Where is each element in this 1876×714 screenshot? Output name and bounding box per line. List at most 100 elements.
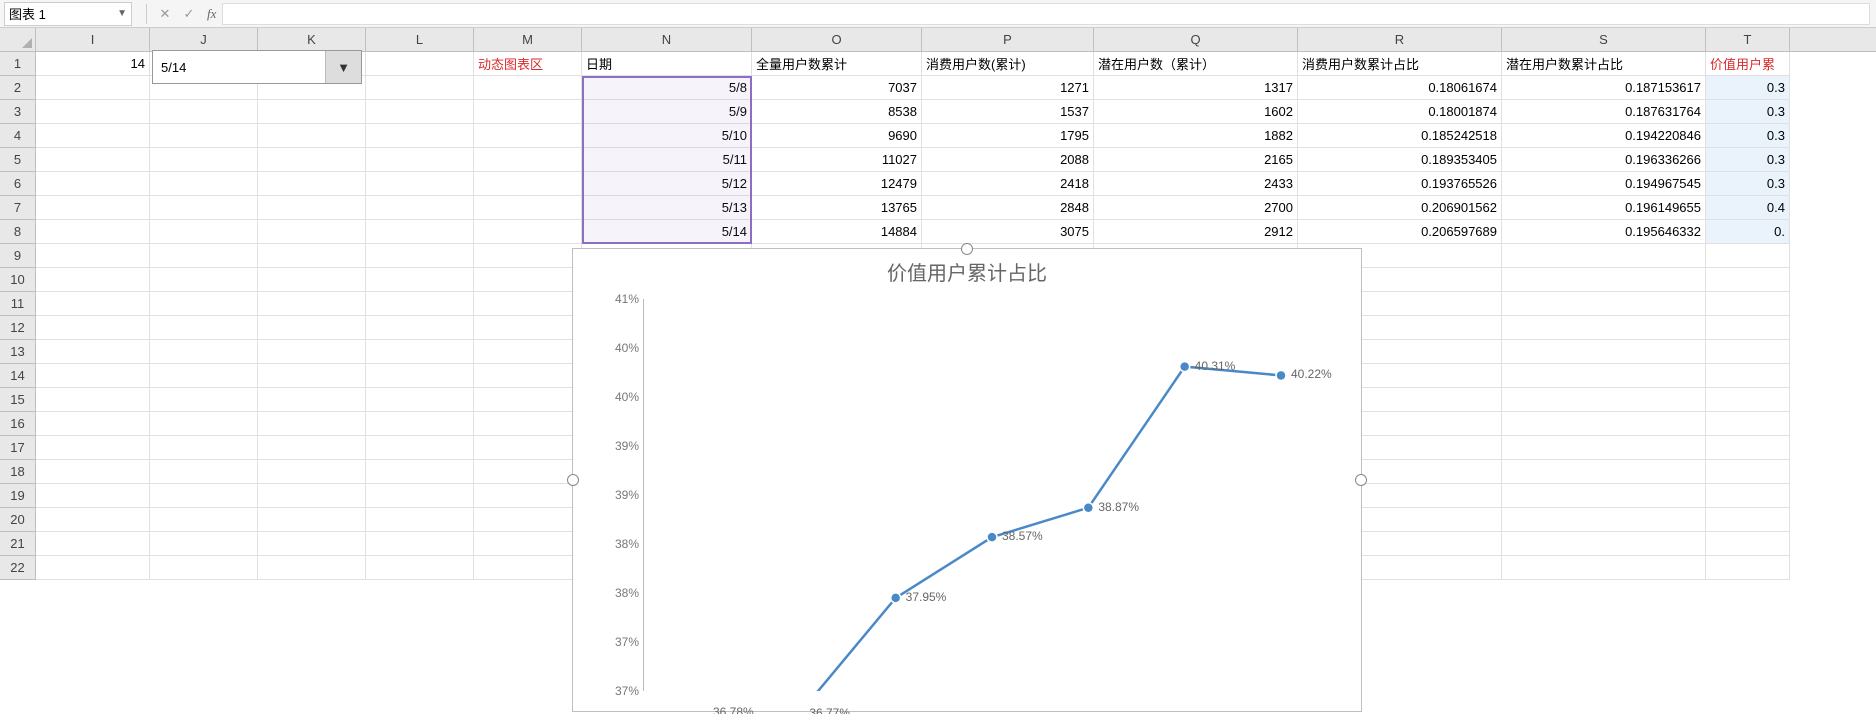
cell-J22[interactable] <box>150 556 258 580</box>
cell-I15[interactable] <box>36 388 150 412</box>
col-header-M[interactable]: M <box>474 28 582 51</box>
col-header-R[interactable]: R <box>1298 28 1502 51</box>
cell-J13[interactable] <box>150 340 258 364</box>
cell-N5[interactable]: 5/11 <box>582 148 752 172</box>
cell-N7[interactable]: 5/13 <box>582 196 752 220</box>
cell-T7[interactable]: 0.4 <box>1706 196 1790 220</box>
cell-N6[interactable]: 5/12 <box>582 172 752 196</box>
row-header-2[interactable]: 2 <box>0 76 36 100</box>
cell-O5[interactable]: 11027 <box>752 148 922 172</box>
row-header-6[interactable]: 6 <box>0 172 36 196</box>
cell-S1[interactable]: 潜在用户数累计占比 <box>1502 52 1706 76</box>
row-header-19[interactable]: 19 <box>0 484 36 508</box>
cell-Q2[interactable]: 1317 <box>1094 76 1298 100</box>
cell-K6[interactable] <box>258 172 366 196</box>
cell-I8[interactable] <box>36 220 150 244</box>
cell-P4[interactable]: 1795 <box>922 124 1094 148</box>
row-header-3[interactable]: 3 <box>0 100 36 124</box>
cell-L15[interactable] <box>366 388 474 412</box>
cell-J18[interactable] <box>150 460 258 484</box>
cell-K18[interactable] <box>258 460 366 484</box>
cell-K7[interactable] <box>258 196 366 220</box>
cell-M15[interactable] <box>474 388 582 412</box>
cell-S4[interactable]: 0.194220846 <box>1502 124 1706 148</box>
cell-R4[interactable]: 0.185242518 <box>1298 124 1502 148</box>
fx-label[interactable]: fx <box>201 6 222 22</box>
cell-K13[interactable] <box>258 340 366 364</box>
cell-J9[interactable] <box>150 244 258 268</box>
cell-K14[interactable] <box>258 364 366 388</box>
cell-M19[interactable] <box>474 484 582 508</box>
cell-I7[interactable] <box>36 196 150 220</box>
cell-Q7[interactable]: 2700 <box>1094 196 1298 220</box>
cell-L2[interactable] <box>366 76 474 100</box>
cell-J3[interactable] <box>150 100 258 124</box>
col-header-P[interactable]: P <box>922 28 1094 51</box>
cell-K5[interactable] <box>258 148 366 172</box>
cell-Q6[interactable]: 2433 <box>1094 172 1298 196</box>
cell-J4[interactable] <box>150 124 258 148</box>
cell-M8[interactable] <box>474 220 582 244</box>
cell-J6[interactable] <box>150 172 258 196</box>
cell-K4[interactable] <box>258 124 366 148</box>
cell-K11[interactable] <box>258 292 366 316</box>
date-dropdown[interactable]: 5/14 ▼ <box>152 50 362 84</box>
cell-I6[interactable] <box>36 172 150 196</box>
cell-L11[interactable] <box>366 292 474 316</box>
spreadsheet-grid[interactable]: IJKLMNOPQRST 123456789101112131415161718… <box>0 28 1876 714</box>
row-header-22[interactable]: 22 <box>0 556 36 580</box>
cell-K16[interactable] <box>258 412 366 436</box>
cell-P5[interactable]: 2088 <box>922 148 1094 172</box>
cell-S5[interactable]: 0.196336266 <box>1502 148 1706 172</box>
cell-K22[interactable] <box>258 556 366 580</box>
cell-R7[interactable]: 0.206901562 <box>1298 196 1502 220</box>
resize-handle-top[interactable] <box>961 243 973 255</box>
cell-O3[interactable]: 8538 <box>752 100 922 124</box>
cell-J12[interactable] <box>150 316 258 340</box>
row-header-11[interactable]: 11 <box>0 292 36 316</box>
row-header-1[interactable]: 1 <box>0 52 36 76</box>
cell-L6[interactable] <box>366 172 474 196</box>
row-header-13[interactable]: 13 <box>0 340 36 364</box>
cell-N4[interactable]: 5/10 <box>582 124 752 148</box>
cell-I10[interactable] <box>36 268 150 292</box>
cell-M14[interactable] <box>474 364 582 388</box>
cell-S7[interactable]: 0.196149655 <box>1502 196 1706 220</box>
cell-Q3[interactable]: 1602 <box>1094 100 1298 124</box>
cell-T11[interactable] <box>1706 292 1790 316</box>
cell-S19[interactable] <box>1502 484 1706 508</box>
cell-O7[interactable]: 13765 <box>752 196 922 220</box>
cell-I21[interactable] <box>36 532 150 556</box>
cell-J11[interactable] <box>150 292 258 316</box>
cell-O4[interactable]: 9690 <box>752 124 922 148</box>
cell-I4[interactable] <box>36 124 150 148</box>
cell-N8[interactable]: 5/14 <box>582 220 752 244</box>
cell-T2[interactable]: 0.3 <box>1706 76 1790 100</box>
cell-T10[interactable] <box>1706 268 1790 292</box>
row-header-17[interactable]: 17 <box>0 436 36 460</box>
cell-L4[interactable] <box>366 124 474 148</box>
cell-S13[interactable] <box>1502 340 1706 364</box>
cell-L20[interactable] <box>366 508 474 532</box>
cell-O8[interactable]: 14884 <box>752 220 922 244</box>
col-header-N[interactable]: N <box>582 28 752 51</box>
cell-T16[interactable] <box>1706 412 1790 436</box>
cell-S3[interactable]: 0.187631764 <box>1502 100 1706 124</box>
cell-T15[interactable] <box>1706 388 1790 412</box>
cell-L8[interactable] <box>366 220 474 244</box>
col-header-O[interactable]: O <box>752 28 922 51</box>
row-header-5[interactable]: 5 <box>0 148 36 172</box>
cell-L5[interactable] <box>366 148 474 172</box>
cell-M2[interactable] <box>474 76 582 100</box>
cell-S22[interactable] <box>1502 556 1706 580</box>
cell-M11[interactable] <box>474 292 582 316</box>
cell-J16[interactable] <box>150 412 258 436</box>
cell-S2[interactable]: 0.187153617 <box>1502 76 1706 100</box>
resize-handle-left[interactable] <box>567 474 579 486</box>
cell-I5[interactable] <box>36 148 150 172</box>
cell-M22[interactable] <box>474 556 582 580</box>
cell-I1[interactable]: 14 <box>36 52 150 76</box>
cell-I3[interactable] <box>36 100 150 124</box>
cell-K3[interactable] <box>258 100 366 124</box>
cell-J14[interactable] <box>150 364 258 388</box>
